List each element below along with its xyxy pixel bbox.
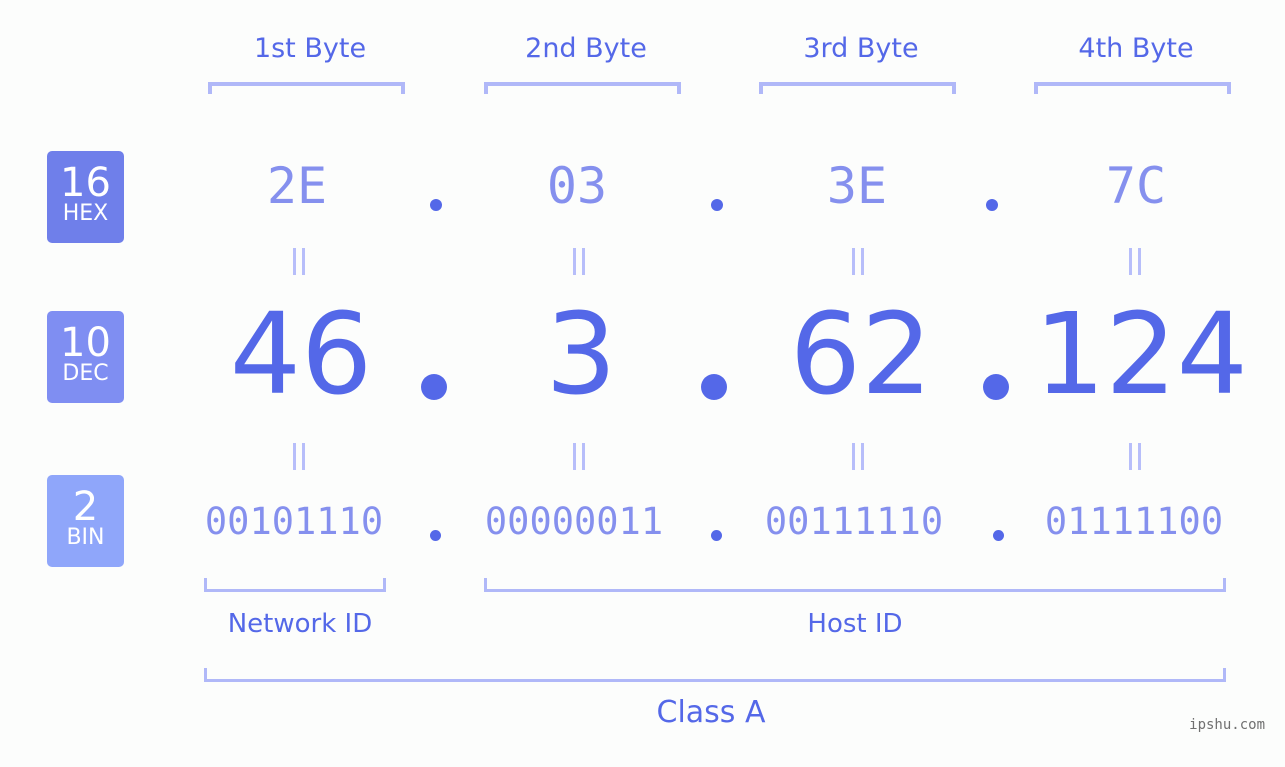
byte-bracket-2 [484, 82, 681, 94]
bin-byte-4: 01111100 [1044, 500, 1224, 543]
hex-badge-label: HEX [62, 201, 109, 226]
equals-icon [1128, 248, 1142, 275]
byte-bracket-4 [1034, 82, 1231, 94]
equals-icon [572, 248, 586, 275]
byte-header-2: 2nd Byte [525, 33, 647, 64]
bin-badge-number: 2 [72, 484, 99, 530]
dec-badge: 10 DEC [47, 311, 124, 403]
equals-icon [572, 443, 586, 470]
bin-byte-1: 00101110 [204, 500, 384, 543]
class-bracket [204, 668, 1226, 682]
dec-byte-3: 62 [789, 290, 933, 420]
bin-separator-dot [430, 530, 441, 541]
hex-byte-4: 7C [1105, 157, 1167, 215]
equals-icon [292, 248, 306, 275]
host-id-bracket [484, 578, 1226, 592]
dec-separator-dot [701, 374, 727, 400]
bin-byte-3: 00111110 [764, 500, 944, 543]
byte-header-3: 3rd Byte [803, 33, 919, 64]
dec-separator-dot [421, 374, 447, 400]
byte-bracket-1 [208, 82, 405, 94]
equals-icon [851, 248, 865, 275]
dec-byte-4: 124 [1034, 290, 1248, 420]
hex-byte-2: 03 [546, 157, 608, 215]
host-id-label: Host ID [807, 609, 903, 639]
dec-badge-number: 10 [60, 320, 111, 366]
watermark: ipshu.com [1189, 717, 1265, 733]
bin-badge-label: BIN [66, 525, 105, 550]
dec-separator-dot [983, 374, 1009, 400]
byte-bracket-3 [759, 82, 956, 94]
dec-badge-label: DEC [62, 361, 109, 386]
network-id-label: Network ID [227, 609, 373, 639]
hex-separator-dot [986, 199, 998, 211]
equals-icon [851, 443, 865, 470]
byte-header-4: 4th Byte [1078, 33, 1194, 64]
hex-badge-number: 16 [60, 160, 111, 206]
equals-icon [1128, 443, 1142, 470]
class-label: Class A [656, 695, 766, 730]
hex-separator-dot [430, 199, 442, 211]
bin-separator-dot [711, 530, 722, 541]
dec-byte-1: 46 [229, 290, 373, 420]
hex-byte-1: 2E [266, 157, 328, 215]
bin-separator-dot [993, 530, 1004, 541]
bin-badge: 2 BIN [47, 475, 124, 567]
equals-icon [292, 443, 306, 470]
bin-byte-2: 00000011 [484, 500, 664, 543]
hex-badge: 16 HEX [47, 151, 124, 243]
hex-byte-3: 3E [826, 157, 888, 215]
network-id-bracket [204, 578, 386, 592]
hex-separator-dot [711, 199, 723, 211]
byte-header-1: 1st Byte [253, 33, 367, 64]
dec-byte-2: 3 [545, 290, 617, 420]
